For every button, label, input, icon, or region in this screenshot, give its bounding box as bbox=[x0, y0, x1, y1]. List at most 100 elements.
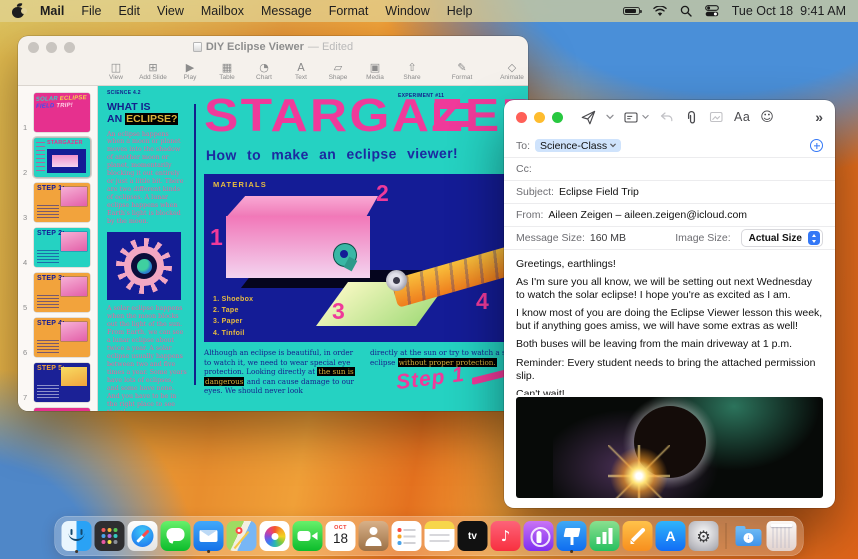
menu-item-mailbox[interactable]: Mailbox bbox=[201, 4, 244, 18]
keynote-toolbar-view-button[interactable]: ◫ View bbox=[104, 62, 128, 81]
slide-title: STARGAZER bbox=[204, 89, 528, 141]
header-fields-button[interactable] bbox=[624, 111, 649, 124]
eclipse-photo-attachment[interactable] bbox=[516, 397, 823, 498]
attach-button[interactable] bbox=[684, 110, 699, 125]
size-row: Message Size: 160 MB Image Size: Actual … bbox=[504, 226, 835, 249]
slide-row-2: 2 STARGAZER bbox=[18, 136, 97, 181]
keynote-toolbar-chart-button[interactable]: ◔ Chart bbox=[252, 62, 276, 81]
dock-reminders-icon[interactable] bbox=[391, 521, 422, 551]
slide-row-1: 1 SOLAR ECLIPSE FIELD TRIP! bbox=[18, 91, 97, 136]
slide-thumbnail-5[interactable]: STEP 3: bbox=[34, 273, 90, 312]
diamond-ring-flare bbox=[608, 445, 671, 498]
slide-canvas[interactable]: SCIENCE 4.2 EXPERIMENT #11 WHAT IS AN EC… bbox=[98, 86, 528, 411]
dock-numbers-icon[interactable] bbox=[589, 521, 620, 551]
subject-field[interactable]: Subject: Eclipse Field Trip bbox=[504, 180, 835, 203]
dock-pages-icon[interactable] bbox=[622, 521, 653, 551]
slide-thumbnail-2[interactable]: STARGAZER bbox=[34, 138, 90, 177]
add-recipient-button[interactable] bbox=[810, 139, 823, 152]
mail-body-paragraph: I know most of you are doing the Eclipse… bbox=[516, 307, 823, 333]
dock-messages-icon[interactable] bbox=[160, 521, 191, 551]
keynote-title-bar[interactable]: DIY Eclipse Viewer — Edited bbox=[18, 36, 528, 58]
keynote-toolbar-media-button[interactable]: ▣ Media bbox=[363, 62, 387, 81]
slide-science-tag: SCIENCE 4.2 bbox=[107, 90, 141, 96]
thumb-illustration bbox=[61, 367, 87, 386]
keynote-toolbar-animate-button[interactable]: ◇ Animate bbox=[500, 62, 524, 81]
control-center-icon[interactable] bbox=[704, 5, 719, 17]
dock-mail-icon[interactable] bbox=[193, 521, 224, 551]
keynote-toolbar-play-button[interactable]: ▶ Play bbox=[178, 62, 202, 81]
menu-item-edit[interactable]: Edit bbox=[118, 4, 140, 18]
battery-icon[interactable] bbox=[622, 6, 642, 16]
cc-label: Cc: bbox=[516, 163, 532, 175]
slide-thumbnail-8[interactable]: DID YOU KNOW... bbox=[34, 408, 90, 411]
dock-maps-icon[interactable] bbox=[226, 521, 257, 551]
keynote-toolbar-shape-button[interactable]: ▱ Shape bbox=[326, 62, 350, 81]
slide-thumbnail-3[interactable]: STEP 1: bbox=[34, 183, 90, 222]
materials-list-item: 4. Tinfoil bbox=[213, 329, 245, 337]
keynote-shape-icon: ▱ bbox=[333, 61, 343, 74]
dock-trash-icon[interactable] bbox=[766, 521, 797, 551]
dock-photos-icon[interactable] bbox=[259, 521, 290, 551]
menu-item-help[interactable]: Help bbox=[447, 4, 473, 18]
keynote-play-icon: ▶ bbox=[185, 61, 195, 74]
keynote-toolbar-add-slide-button[interactable]: ⊞ Add Slide bbox=[139, 62, 167, 81]
dock-music-icon[interactable]: ♪ bbox=[490, 521, 521, 551]
slide-thumbnail-4[interactable]: STEP 2: bbox=[34, 228, 90, 267]
menu-item-message[interactable]: Message bbox=[261, 4, 312, 18]
send-button[interactable] bbox=[581, 110, 596, 125]
menu-item-mail[interactable]: Mail bbox=[40, 4, 64, 18]
menu-item-file[interactable]: File bbox=[81, 4, 101, 18]
menu-item-window[interactable]: Window bbox=[385, 4, 429, 18]
dock-calendar-icon[interactable]: OCT 18 bbox=[325, 521, 356, 551]
slide-thumbnail-7[interactable]: STEP 5: bbox=[34, 363, 90, 402]
spotlight-search-icon[interactable] bbox=[680, 5, 692, 17]
cc-field[interactable]: Cc: bbox=[504, 157, 835, 180]
dock-podcasts-icon[interactable] bbox=[523, 521, 554, 551]
recipient-token[interactable]: Science-Class bbox=[535, 139, 622, 152]
dock-launchpad-icon[interactable] bbox=[94, 521, 125, 551]
tape-illustration bbox=[334, 244, 356, 266]
message-size-label: Message Size: bbox=[516, 232, 585, 244]
calendar-day: 18 bbox=[332, 530, 349, 546]
dock-contacts-icon[interactable] bbox=[358, 521, 389, 551]
wifi-icon[interactable] bbox=[653, 5, 667, 17]
keynote-toolbar-table-button[interactable]: ▦ Table bbox=[215, 62, 239, 81]
close-button[interactable] bbox=[516, 111, 527, 123]
minimize-button[interactable] bbox=[534, 111, 545, 123]
zoom-button[interactable] bbox=[552, 111, 563, 123]
dock-safari-icon[interactable] bbox=[127, 521, 158, 551]
image-size-dropdown[interactable]: Actual Size bbox=[740, 229, 823, 247]
mail-body-paragraph: Reminder: Every student needs to bring t… bbox=[516, 356, 816, 382]
slide-thumbnail-6[interactable]: STEP 4: bbox=[34, 318, 90, 357]
dock-finder-icon[interactable] bbox=[61, 521, 92, 551]
keynote-toolbar-share-button[interactable]: ⇧ Share bbox=[400, 62, 424, 81]
send-options-chevron-icon[interactable] bbox=[606, 114, 614, 120]
dock-keynote-icon[interactable] bbox=[556, 521, 587, 551]
dock-facetime-icon[interactable] bbox=[292, 521, 323, 551]
dock-downloads-icon[interactable]: ↓ bbox=[734, 521, 764, 551]
dock-settings-icon[interactable]: ⚙ bbox=[688, 521, 719, 551]
dock-appstore-icon[interactable]: A bbox=[655, 521, 686, 551]
to-field[interactable]: To: Science-Class bbox=[504, 134, 835, 157]
keynote-table-icon: ▦ bbox=[221, 61, 233, 74]
mail-toolbar-overflow-icon[interactable]: » bbox=[815, 109, 823, 125]
slide-number: 4 bbox=[23, 258, 28, 267]
menu-item-view[interactable]: View bbox=[157, 4, 184, 18]
keynote-toolbar-text-button[interactable]: A Text bbox=[289, 62, 313, 81]
material-number-3: 3 bbox=[332, 298, 345, 324]
dock-appletv-icon[interactable]: tv bbox=[457, 521, 488, 551]
message-body-editor[interactable]: Greetings, earthlings! As I'm sure you al… bbox=[504, 249, 835, 395]
dock-notes-icon[interactable] bbox=[424, 521, 455, 551]
format-button[interactable]: Aa bbox=[734, 110, 750, 124]
menu-bar-clock[interactable]: Tue Oct 18 9:41 AM bbox=[732, 4, 846, 18]
keynote-toolbar-format-button[interactable]: ✎ Format bbox=[450, 62, 474, 81]
slide-thumbnail-1[interactable]: SOLAR ECLIPSE FIELD TRIP! bbox=[34, 93, 90, 132]
menu-item-format[interactable]: Format bbox=[329, 4, 369, 18]
dock: OCT 18 tv ♪ A ⚙ ↓ bbox=[54, 516, 804, 556]
from-field[interactable]: From: Aileen Zeigen – aileen.zeigen@iclo… bbox=[504, 203, 835, 226]
apple-menu-icon[interactable] bbox=[12, 2, 27, 18]
slide-row-4: 4 STEP 2: bbox=[18, 226, 97, 271]
dock-appletv-item: tv bbox=[457, 518, 488, 554]
emoji-button[interactable]: ☺ bbox=[760, 110, 774, 125]
slide-subtitle: How to make an eclipse viewer! bbox=[205, 144, 459, 164]
